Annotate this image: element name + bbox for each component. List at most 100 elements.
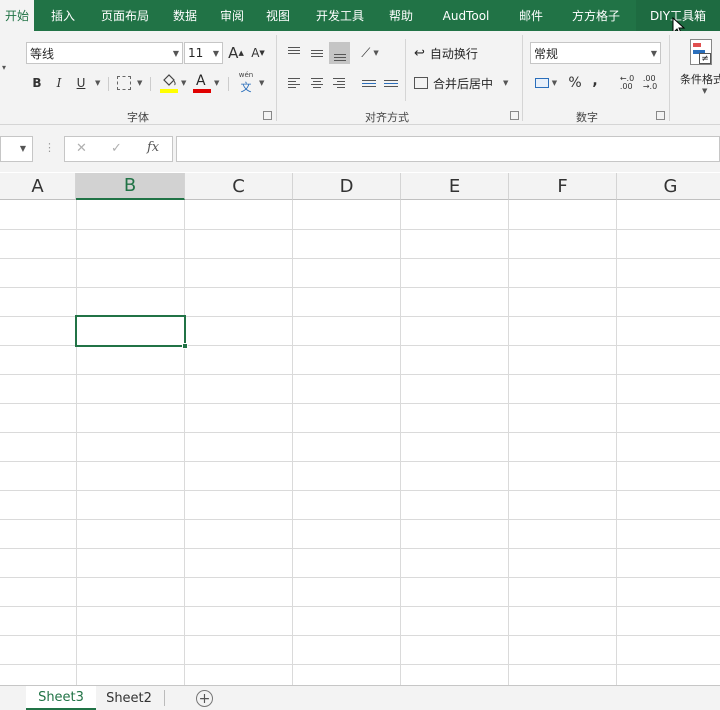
tab-review[interactable]: 审阅: [212, 0, 252, 31]
paint-bucket-icon: [163, 74, 176, 86]
fill-color-bar: [160, 89, 178, 93]
sheet-tab-sheet3[interactable]: Sheet3: [26, 686, 96, 710]
font-size-combo[interactable]: 11 ▼: [184, 42, 223, 64]
ribbon: ▾ 等线 ▼ 11 ▼ A ▲ A ▼ B I U ▼ ▼ ▼ A ▼ wén 文 …: [0, 31, 720, 125]
middle-align-button[interactable]: [308, 43, 326, 63]
fill-handle[interactable]: [182, 343, 188, 349]
accounting-format-button[interactable]: ▼: [532, 73, 560, 93]
add-sheet-icon[interactable]: +: [196, 690, 213, 707]
tab-insert[interactable]: 插入: [34, 0, 92, 31]
sheet-tab-sheet2[interactable]: Sheet2: [96, 686, 162, 710]
number-group-label: 数字: [576, 111, 598, 124]
separator: [228, 77, 229, 91]
enter-icon[interactable]: ✓: [111, 141, 122, 156]
font-group-label: 字体: [127, 111, 149, 124]
borders-icon[interactable]: [117, 76, 131, 90]
column-header-a[interactable]: A: [0, 173, 76, 200]
increase-decimal-icon: ←.0.00: [619, 74, 635, 91]
currency-icon: [534, 78, 549, 88]
formula-buttons: ✕ ✓ fx: [64, 136, 173, 162]
chevron-down-icon: ▼: [650, 49, 657, 58]
font-name-combo[interactable]: 等线 ▼: [26, 42, 183, 64]
wrap-text-button[interactable]: ↩ 自动换行: [414, 43, 478, 63]
tab-mail[interactable]: 邮件: [506, 0, 556, 31]
underline-dropdown-icon[interactable]: ▼: [95, 79, 100, 87]
chevron-down-icon: ▼: [19, 144, 26, 153]
font-color-button[interactable]: A: [193, 73, 211, 95]
group-separator: [669, 35, 670, 121]
conditional-format-dropdown-icon: ▼: [702, 87, 708, 95]
resize-handle-icon[interactable]: ⋮: [44, 141, 55, 154]
phonetic-dropdown-icon[interactable]: ▼: [259, 79, 264, 87]
sheet-tab-bar: Sheet3 Sheet2 +: [0, 685, 720, 710]
column-header-g[interactable]: G: [617, 173, 720, 200]
chevron-down-icon: ▼: [172, 49, 179, 58]
conditional-format-label: 条件格式: [680, 73, 720, 86]
number-format-value: 常规: [534, 46, 559, 61]
merge-center-label: 合并后居中: [433, 76, 494, 91]
worksheet-grid[interactable]: [0, 200, 720, 685]
increase-decimal-button[interactable]: ←.0.00: [617, 73, 637, 93]
increase-indent-icon: [384, 79, 398, 87]
column-header-e[interactable]: E: [401, 173, 509, 200]
comma-style-button[interactable]: ,: [588, 71, 602, 91]
increase-indent-button[interactable]: [382, 73, 400, 93]
tab-audtool[interactable]: AudTool: [426, 0, 506, 31]
conditional-format-button[interactable]: ≠ 条件格式 ▼: [680, 37, 720, 99]
shrink-font-button[interactable]: A ▼: [250, 43, 266, 63]
number-dialog-launcher-icon[interactable]: [656, 111, 665, 120]
align-left-icon: [288, 78, 300, 88]
fill-color-dropdown-icon[interactable]: ▼: [181, 79, 186, 87]
phonetic-guide-button[interactable]: wén 文: [236, 71, 256, 97]
middle-align-icon: [311, 49, 323, 57]
orientation-button[interactable]: ⟋ ▼: [360, 43, 380, 63]
align-center-icon: [311, 78, 323, 88]
fill-color-button[interactable]: [160, 73, 178, 95]
align-left-button[interactable]: [285, 73, 303, 93]
font-dialog-launcher-icon[interactable]: [263, 111, 272, 120]
tab-fangfang[interactable]: 方方格子: [556, 0, 636, 31]
tab-data[interactable]: 数据: [158, 0, 212, 31]
tab-developer[interactable]: 开发工具: [304, 0, 376, 31]
clipboard-caret-icon[interactable]: ▾: [2, 63, 6, 72]
cancel-icon[interactable]: ✕: [76, 141, 87, 156]
tab-home[interactable]: 开始: [0, 0, 34, 31]
tab-page-layout[interactable]: 页面布局: [92, 0, 158, 31]
formula-input[interactable]: [176, 136, 720, 162]
phonetic-guide-bottom: 文: [240, 81, 252, 94]
font-color-dropdown-icon[interactable]: ▼: [214, 79, 219, 87]
merge-center-button[interactable]: 合并后居中 ▼: [414, 73, 508, 93]
italic-button[interactable]: I: [50, 73, 68, 93]
decrease-decimal-button[interactable]: .00 →.0: [640, 73, 660, 93]
alignment-dialog-launcher-icon[interactable]: [510, 111, 519, 120]
borders-dropdown-icon[interactable]: ▼: [137, 79, 142, 87]
separator: [164, 690, 165, 706]
chevron-down-icon: ▼: [212, 49, 219, 58]
column-header-c[interactable]: C: [185, 173, 293, 200]
number-format-combo[interactable]: 常规 ▼: [530, 42, 661, 64]
name-box[interactable]: ▼: [0, 136, 33, 162]
column-header-f[interactable]: F: [509, 173, 617, 200]
bold-button[interactable]: B: [28, 73, 46, 93]
bottom-align-button[interactable]: [329, 42, 350, 64]
align-center-button[interactable]: [308, 73, 326, 93]
ribbon-tab-bar: 开始 插入 页面布局 数据 审阅 视图 开发工具 帮助 AudTool 邮件 方…: [0, 0, 720, 31]
top-align-button[interactable]: [285, 43, 303, 63]
underline-button[interactable]: U: [72, 73, 90, 93]
tab-view[interactable]: 视图: [252, 0, 304, 31]
shrink-font-letter: A: [251, 46, 260, 60]
insert-function-icon[interactable]: fx: [147, 140, 159, 155]
align-right-button[interactable]: [330, 73, 348, 93]
grow-font-button[interactable]: A ▲: [228, 43, 244, 63]
percent-style-button[interactable]: %: [566, 73, 584, 93]
active-cell[interactable]: [75, 315, 186, 347]
align-right-icon: [333, 78, 345, 88]
column-header-d[interactable]: D: [293, 173, 401, 200]
separator: [108, 77, 109, 91]
column-header-b[interactable]: B: [76, 173, 185, 200]
decrease-indent-icon: [362, 79, 376, 87]
font-color-bar: [193, 89, 211, 93]
decrease-indent-button[interactable]: [360, 73, 378, 93]
tab-help[interactable]: 帮助: [376, 0, 426, 31]
conditional-format-icon: ≠: [690, 39, 712, 65]
